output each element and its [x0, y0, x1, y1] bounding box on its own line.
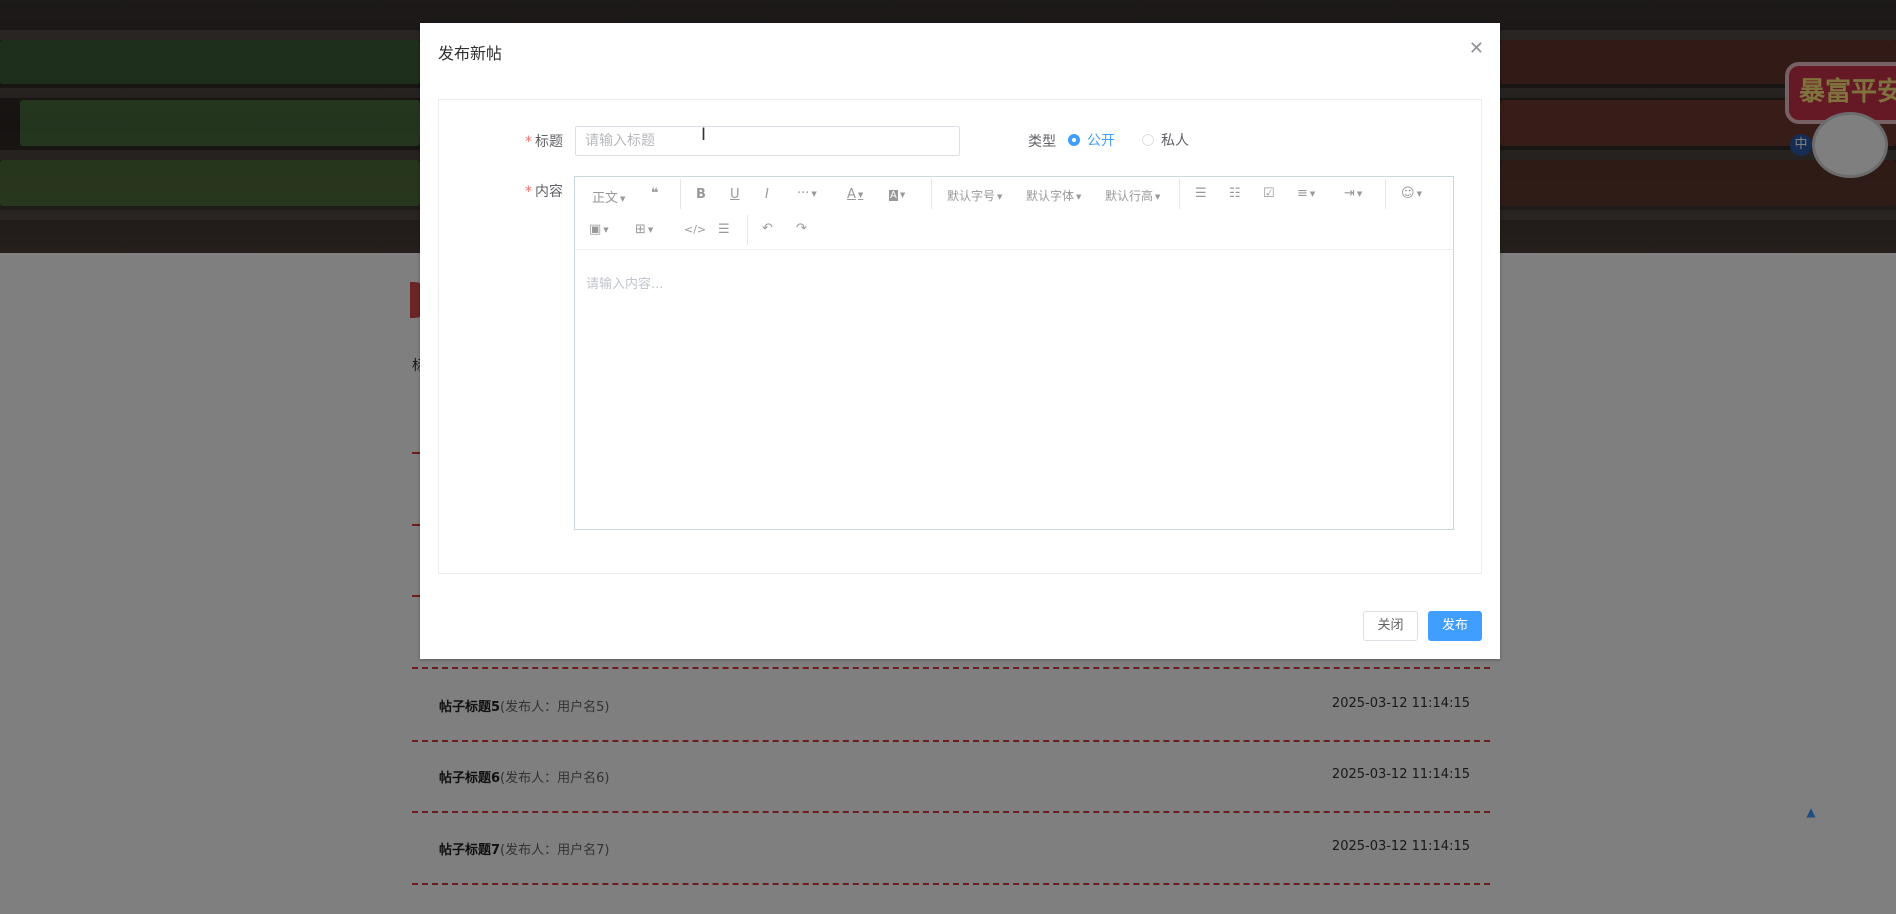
numbered-list-icon[interactable]: ☷	[1229, 186, 1241, 201]
bold-icon[interactable]: B	[696, 187, 706, 202]
align-icon[interactable]: ≡ ▼	[1297, 186, 1315, 201]
blockquote-icon[interactable]: ❝	[651, 186, 659, 201]
type-label: 类型	[1028, 134, 1056, 150]
editor-placeholder: 请输入内容...	[586, 277, 664, 292]
title-input[interactable]	[575, 126, 960, 156]
paragraph-style-dropdown[interactable]: 正文 ▼	[592, 187, 625, 206]
type-radio-private[interactable]: 私人	[1142, 130, 1189, 150]
bulleted-list-icon[interactable]: ☰	[1195, 186, 1207, 201]
more-icon[interactable]: ··· ▼	[797, 186, 817, 201]
font-color-icon[interactable]: A ▼	[847, 187, 863, 202]
line-height-dropdown[interactable]: 默认行高 ▼	[1105, 187, 1160, 204]
editor-toolbar: 正文 ▼ ❝ B U I ··· ▼ A ▼ A ▼ 默认字号 ▼ 默认字体 ▼ 默认行高 ▼…	[575, 177, 1453, 250]
italic-icon[interactable]: I	[765, 187, 769, 202]
close-button[interactable]: 关闭	[1363, 611, 1418, 641]
code-icon[interactable]: </>	[684, 223, 706, 236]
image-icon[interactable]: ▣ ▼	[589, 222, 609, 237]
divider-icon[interactable]: ☰	[718, 222, 730, 237]
redo-icon[interactable]: ↷	[796, 221, 807, 236]
table-icon[interactable]: ⊞ ▼	[635, 222, 653, 237]
publish-button[interactable]: 发布	[1428, 611, 1482, 641]
dialog-title: 发布新帖	[438, 44, 503, 63]
rich-text-editor[interactable]: 正文 ▼ ❝ B U I ··· ▼ A ▼ A ▼ 默认字号 ▼ 默认字体 ▼ 默认行高 ▼…	[574, 176, 1454, 530]
radio-icon	[1142, 134, 1154, 146]
background-color-icon[interactable]: A ▼	[889, 187, 905, 202]
text-cursor-icon: I	[701, 125, 707, 145]
content-label: * 内容	[525, 184, 563, 200]
indent-icon[interactable]: ⇥ ▼	[1344, 186, 1362, 201]
type-radio-public[interactable]: 公开	[1068, 130, 1115, 150]
font-size-dropdown[interactable]: 默认字号 ▼	[947, 187, 1002, 204]
radio-checked-icon	[1068, 134, 1080, 146]
title-label: * 标题	[525, 134, 563, 150]
emoji-icon[interactable]: ☺ ▼	[1401, 186, 1422, 201]
undo-icon[interactable]: ↶	[762, 221, 773, 236]
close-icon[interactable]: ✕	[1469, 38, 1484, 59]
todo-icon[interactable]: ☑	[1263, 186, 1275, 201]
font-family-dropdown[interactable]: 默认字体 ▼	[1026, 187, 1081, 204]
underline-icon[interactable]: U	[730, 187, 740, 202]
